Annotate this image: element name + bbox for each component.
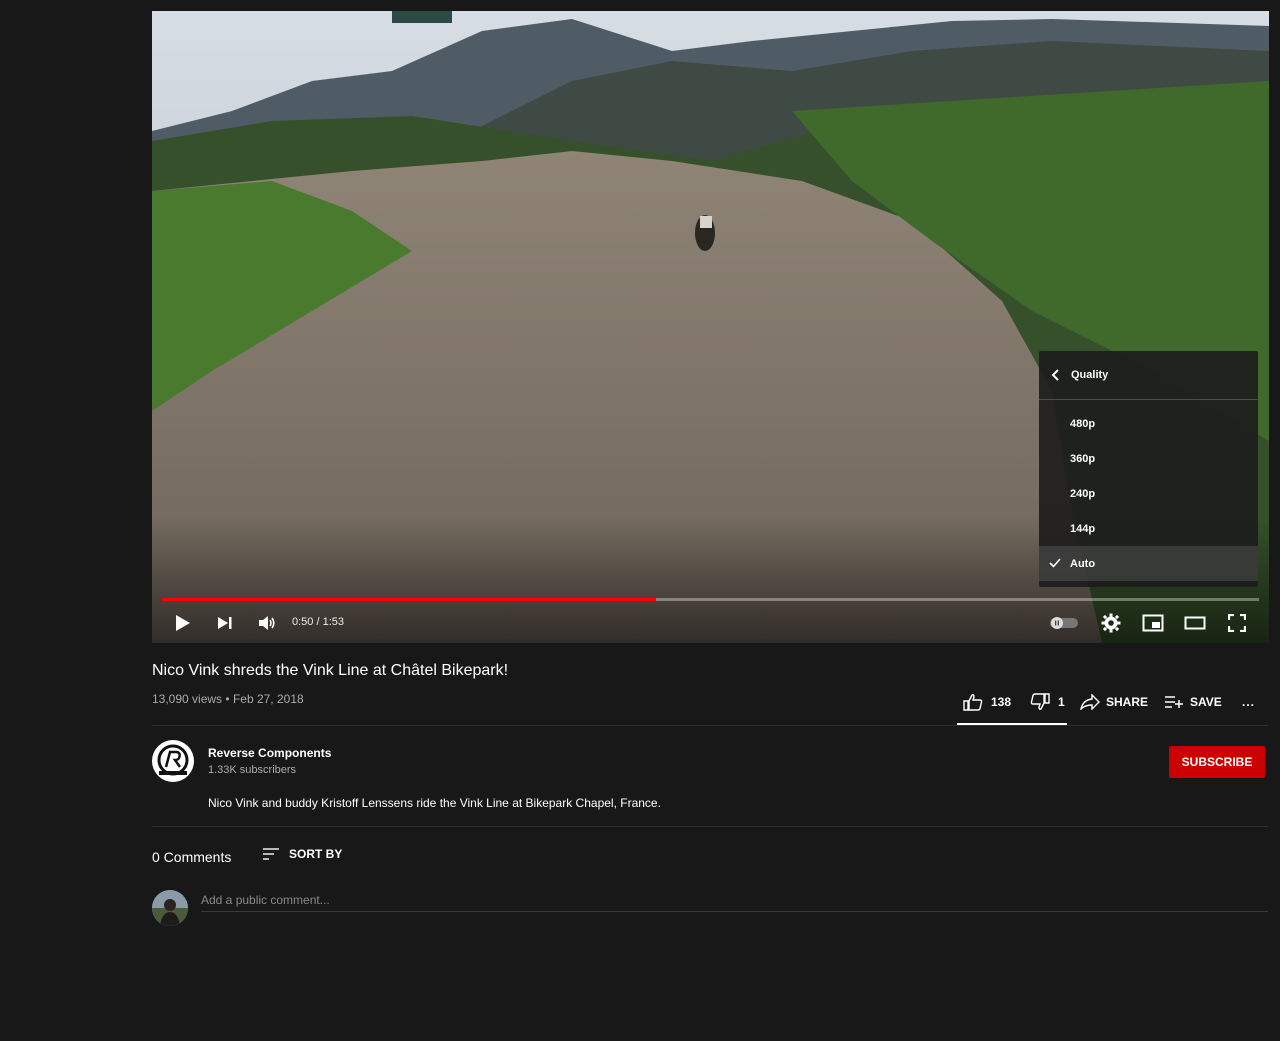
quality-option-144p[interactable]: 144p: [1039, 511, 1258, 546]
quality-menu-back[interactable]: Quality: [1039, 351, 1258, 400]
user-avatar: [152, 890, 188, 926]
divider: [152, 725, 1268, 726]
more-icon: ...: [1242, 695, 1256, 709]
quality-option-auto[interactable]: Auto: [1039, 546, 1258, 581]
more-actions-button[interactable]: ...: [1242, 690, 1255, 714]
thumbs-down-icon: [1030, 693, 1050, 710]
miniplayer-button[interactable]: [1140, 607, 1166, 639]
progress-bar[interactable]: [162, 598, 1259, 601]
quality-option-240p[interactable]: 240p: [1039, 476, 1258, 511]
quality-option-label: Auto: [1070, 557, 1096, 570]
share-label: SHARE: [1106, 695, 1149, 709]
sort-label: SORT BY: [289, 847, 343, 861]
progress-played: [162, 598, 656, 601]
meta-separator: •: [225, 692, 230, 706]
share-icon: [1080, 694, 1100, 710]
like-button[interactable]: 138: [963, 690, 1011, 714]
share-button[interactable]: SHARE: [1080, 690, 1148, 714]
time-current: 0:50: [292, 616, 314, 628]
video-player[interactable]: 0:50 / 1:53 Quality 480p 360p 240p 144p …: [152, 11, 1269, 643]
divider: [152, 826, 1268, 827]
view-count: 13,090 views: [152, 692, 223, 706]
theater-mode-icon: [1184, 616, 1206, 630]
play-icon: [176, 615, 190, 631]
chevron-left-icon: [1051, 369, 1059, 381]
quality-option-label: 144p: [1070, 522, 1096, 535]
subscribe-button[interactable]: SUBSCRIBE: [1169, 746, 1265, 778]
upload-date: Feb 27, 2018: [232, 692, 304, 706]
autoplay-toggle-icon: [1050, 617, 1078, 629]
video-meta: 13,090 views • Feb 27, 2018: [152, 692, 304, 706]
next-icon: [218, 617, 232, 629]
channel-name[interactable]: Reverse Components: [208, 746, 331, 760]
next-button[interactable]: [212, 607, 238, 639]
checkmark-icon: [1049, 558, 1061, 568]
comments-count: 0 Comments: [152, 849, 232, 865]
fullscreen-icon: [1228, 614, 1246, 632]
thumbs-up-icon: [963, 694, 983, 711]
video-title: Nico Vink shreds the Vink Line at Châtel…: [152, 662, 509, 679]
player-controls: 0:50 / 1:53: [152, 607, 1269, 643]
reverse-logo-icon: [157, 744, 189, 776]
like-count: 138: [991, 695, 1012, 709]
comment-input[interactable]: [201, 889, 1268, 912]
quality-option-label: 240p: [1070, 487, 1096, 500]
user-photo: [152, 890, 188, 926]
play-button[interactable]: [170, 607, 196, 639]
dislike-count: 1: [1058, 695, 1065, 709]
quality-option-label: 480p: [1070, 417, 1096, 430]
dislike-button[interactable]: 1: [1030, 690, 1065, 714]
volume-button[interactable]: [254, 607, 280, 639]
volume-icon: [259, 616, 275, 630]
settings-gear-icon: [1101, 613, 1121, 633]
theater-mode-button[interactable]: [1182, 607, 1208, 639]
save-label: SAVE: [1190, 695, 1222, 709]
time-display: 0:50 / 1:53: [292, 616, 344, 628]
playlist-add-icon: [1165, 696, 1183, 708]
quality-menu: Quality 480p 360p 240p 144p Auto: [1039, 351, 1258, 587]
fullscreen-button[interactable]: [1224, 607, 1250, 639]
miniplayer-icon: [1142, 614, 1164, 632]
autoplay-toggle[interactable]: [1048, 607, 1080, 639]
quality-option-480p[interactable]: 480p: [1039, 406, 1258, 441]
quality-menu-title: Quality: [1071, 369, 1109, 381]
subscriber-count: 1.33K subscribers: [208, 764, 297, 776]
sort-by-button[interactable]: SORT BY: [262, 847, 342, 861]
time-total: 1:53: [322, 616, 345, 628]
save-button[interactable]: SAVE: [1164, 690, 1222, 714]
video-description: Nico Vink and buddy Kristoff Lenssens ri…: [208, 796, 661, 810]
channel-avatar[interactable]: [152, 740, 194, 782]
sort-icon: [263, 848, 279, 860]
settings-button[interactable]: [1098, 607, 1124, 639]
time-separator: /: [313, 616, 323, 628]
quality-option-label: 360p: [1070, 452, 1096, 465]
quality-option-360p[interactable]: 360p: [1039, 441, 1258, 476]
